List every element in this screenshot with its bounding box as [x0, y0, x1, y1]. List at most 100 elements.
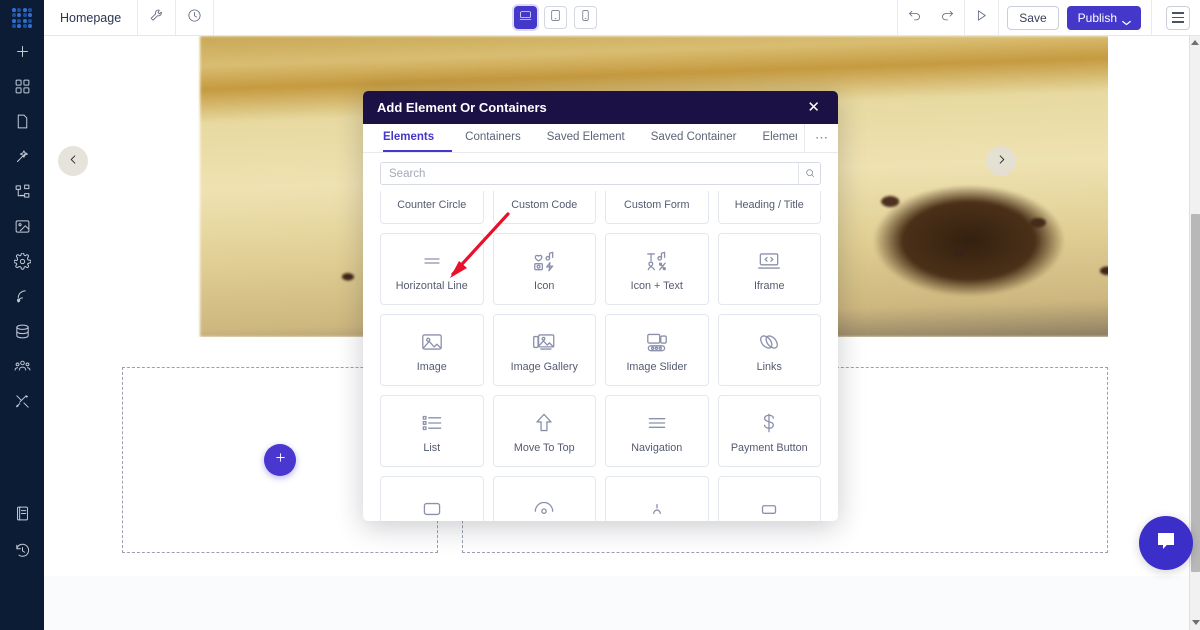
modal-header: Add Element Or Containers ✕: [363, 91, 838, 124]
main-menu-button[interactable]: [1166, 5, 1190, 30]
element-tile-image-slider[interactable]: Image Slider: [605, 314, 709, 386]
sidebar-item-widgets[interactable]: [0, 71, 44, 106]
element-tile-partial-2[interactable]: [492, 476, 596, 521]
element-tile-label: Links: [756, 360, 782, 373]
custom-code-icon: [532, 191, 556, 194]
element-tile-navigation[interactable]: Navigation: [605, 395, 709, 467]
element-tile-icon-text[interactable]: Icon + Text: [605, 233, 709, 305]
plus-icon: [274, 451, 287, 469]
tab-elements[interactable]: Elements: [383, 124, 453, 152]
page-name-tab[interactable]: Homepage: [44, 0, 139, 35]
sidebar-item-add[interactable]: [0, 36, 44, 71]
element-tile-partial-4[interactable]: [717, 476, 821, 521]
app-logo[interactable]: [0, 0, 44, 36]
close-icon[interactable]: ✕: [803, 98, 824, 117]
image-icon: [419, 328, 445, 356]
element-tile-counter-circle[interactable]: Counter Circle: [380, 191, 484, 224]
element-tile-custom-code[interactable]: Custom Code: [492, 191, 596, 224]
element-tile-horizontal-line[interactable]: Horizontal Line: [380, 233, 484, 305]
element-grid-scroll[interactable]: Counter Circle Custom Code Custom Form H…: [363, 191, 838, 521]
sidebar-item-team[interactable]: [0, 351, 44, 386]
image-slider-icon: [644, 328, 670, 356]
plus-icon: [14, 43, 31, 65]
sidebar-item-layers[interactable]: [0, 176, 44, 211]
redo-button[interactable]: [931, 0, 964, 36]
preview-button[interactable]: [965, 0, 998, 36]
scroll-down-button[interactable]: [1190, 618, 1200, 630]
tabs-overflow-button[interactable]: ⋯: [804, 124, 838, 152]
sidebar-item-media[interactable]: [0, 211, 44, 246]
element-tile-label: Icon + Text: [630, 279, 683, 292]
toolbar-divider-3: [998, 0, 1000, 36]
icon-text-icon: [644, 247, 670, 275]
page-settings-button[interactable]: [138, 0, 177, 35]
play-icon: [974, 8, 989, 28]
horizontal-line-icon: [420, 247, 444, 275]
tab-containers[interactable]: Containers: [452, 124, 534, 152]
publish-button-label: Publish: [1077, 10, 1117, 25]
search-button[interactable]: [798, 163, 820, 184]
element-tile-links[interactable]: Links: [717, 314, 821, 386]
element-tile-partial-3[interactable]: [605, 476, 709, 521]
heading-icon: [757, 191, 781, 194]
sidebar-item-database[interactable]: [0, 316, 44, 351]
undo-button[interactable]: [898, 0, 931, 36]
device-tablet-button[interactable]: [544, 6, 568, 29]
book-icon: [14, 505, 31, 527]
element-tile-move-to-top[interactable]: Move To Top: [492, 395, 596, 467]
sidebar-item-docs[interactable]: [0, 498, 44, 533]
element-grid: Counter Circle Custom Code Custom Form H…: [363, 191, 838, 521]
users-icon: [14, 358, 31, 380]
slider-prev-button[interactable]: [58, 146, 88, 176]
slider-next-button[interactable]: [986, 146, 1016, 176]
device-mobile-button[interactable]: [574, 6, 598, 29]
scroll-up-button[interactable]: [1190, 36, 1200, 48]
add-element-button[interactable]: [264, 444, 296, 476]
device-desktop-button[interactable]: [514, 6, 538, 29]
gear-icon: [13, 252, 31, 275]
save-button[interactable]: Save: [1007, 5, 1059, 30]
toolbar-divider-4: [1151, 0, 1152, 36]
scrollbar-thumb[interactable]: [1191, 214, 1200, 572]
toolbar-spacer-right: [597, 0, 897, 35]
iframe-icon: [756, 247, 782, 275]
element-tile-label: Image Gallery: [510, 360, 578, 373]
element-tile-label: Move To Top: [513, 441, 575, 454]
element-tile-list[interactable]: List: [380, 395, 484, 467]
modal-tab-bar: Elements Containers Saved Element Saved …: [363, 124, 838, 153]
element-tile-heading-title[interactable]: Heading / Title: [717, 191, 821, 224]
element-tile-label: Heading / Title: [734, 198, 804, 211]
sidebar-item-tools[interactable]: [0, 386, 44, 421]
tablet-icon: [549, 9, 562, 27]
element-tile-image-gallery[interactable]: Image Gallery: [492, 314, 596, 386]
element-tile-custom-form[interactable]: Custom Form: [605, 191, 709, 224]
dots-grid-logo-icon: [12, 8, 32, 28]
element-tile-label: Icon: [534, 279, 555, 292]
tab-element-set[interactable]: Element S: [749, 124, 797, 152]
sidebar-item-pages[interactable]: [0, 106, 44, 141]
element-tile-label: Iframe: [753, 279, 785, 292]
element-tile-icon[interactable]: Icon: [492, 233, 596, 305]
page-history-button[interactable]: [176, 0, 215, 35]
device-preview-switcher: [514, 0, 598, 35]
hamburger-icon-line-1: [1172, 12, 1184, 14]
chevron-left-icon: [68, 152, 79, 170]
tab-saved-element[interactable]: Saved Element: [534, 124, 638, 152]
sidebar-item-design[interactable]: [0, 141, 44, 176]
element-tile-payment-button[interactable]: Payment Button: [717, 395, 821, 467]
element-tile-image[interactable]: Image: [380, 314, 484, 386]
element-tile-iframe[interactable]: Iframe: [717, 233, 821, 305]
sidebar-item-marketing[interactable]: [0, 281, 44, 316]
element-tile-label: List: [423, 441, 441, 454]
chat-widget-button[interactable]: [1139, 516, 1193, 570]
toolbar-actions: Save Publish: [897, 0, 1200, 36]
partial-icon-2: [531, 495, 557, 521]
tab-saved-container[interactable]: Saved Container: [638, 124, 750, 152]
broadcast-icon: [14, 288, 31, 310]
publish-button[interactable]: Publish: [1066, 5, 1141, 30]
search-input[interactable]: [381, 163, 798, 184]
element-tile-partial-1[interactable]: [380, 476, 484, 521]
sidebar-item-settings[interactable]: [0, 246, 44, 281]
sidebar-item-revisions[interactable]: [0, 535, 44, 570]
